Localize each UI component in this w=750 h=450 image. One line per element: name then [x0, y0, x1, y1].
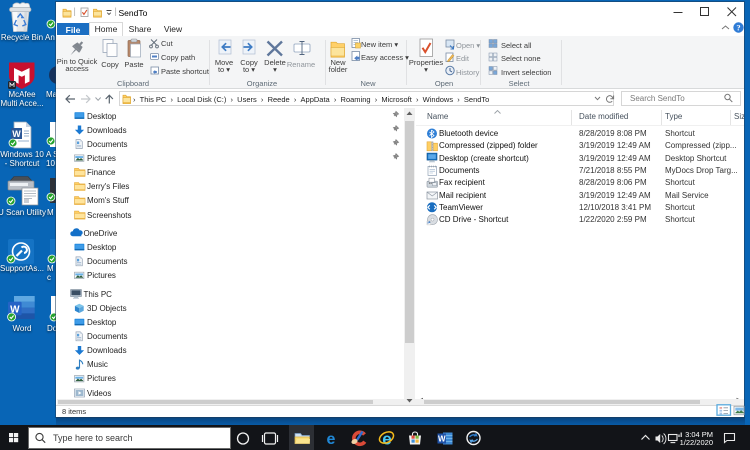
- svg-text:e: e: [327, 431, 336, 448]
- svg-text:W: W: [438, 435, 446, 444]
